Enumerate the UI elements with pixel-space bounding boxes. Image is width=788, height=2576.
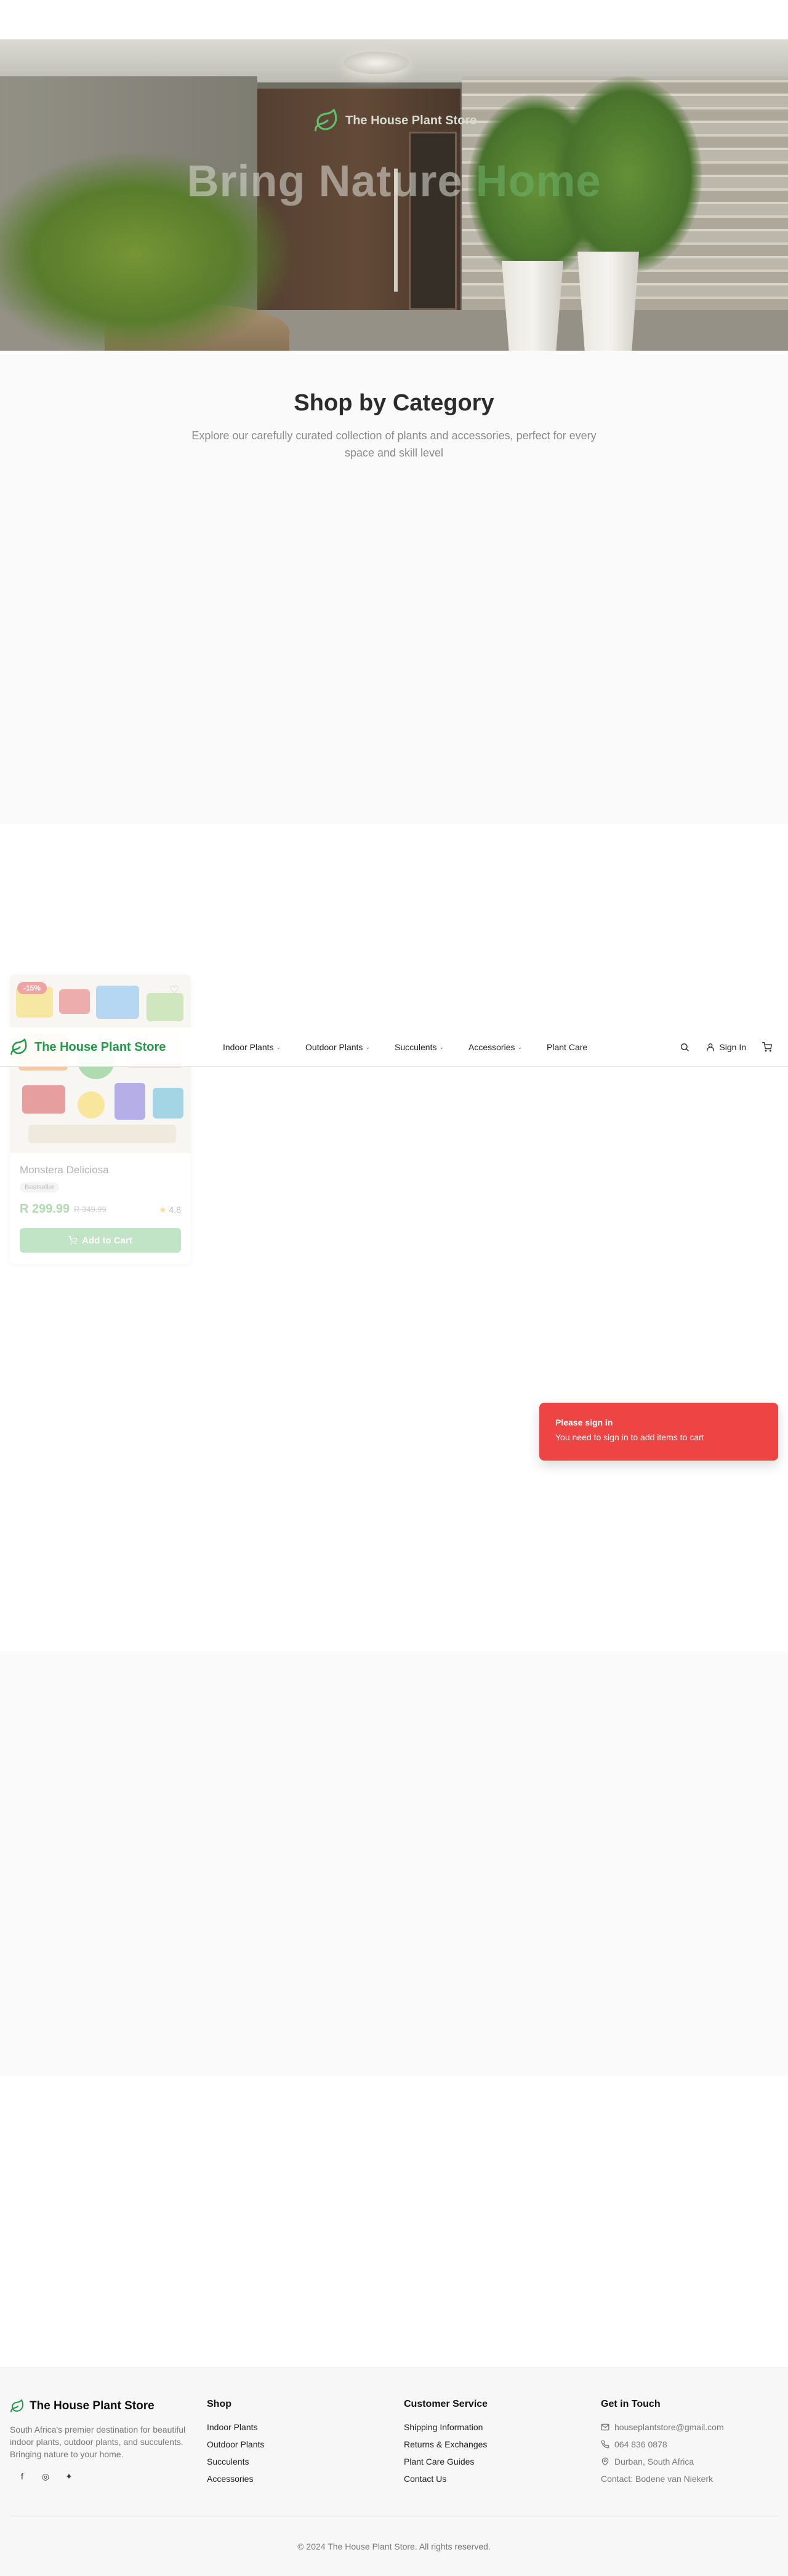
footer-phone[interactable]: 064 836 0878 [601, 2439, 724, 2449]
cart-icon[interactable] [762, 1042, 772, 1052]
cart-icon [68, 1236, 78, 1245]
footer-description: South Africa's premier destination for b… [10, 2425, 186, 2459]
leaf-icon [10, 2399, 23, 2412]
phone-icon [601, 2440, 609, 2449]
nav-link-label: Outdoor Plants [305, 1042, 363, 1052]
footer-email[interactable]: houseplantstore@gmail.com [601, 2422, 724, 2432]
chevron-down-icon: ⌄ [276, 1043, 281, 1050]
footer-contact-person: Contact: Bodene van Niekerk [601, 2474, 714, 2484]
hero-banner: The House Plant Store Bring Nature Home [0, 39, 788, 351]
footer-contact: Get in Touch houseplantstore@gmail.com 0… [601, 2399, 724, 2491]
footer-link[interactable]: Contact Us [404, 2474, 488, 2484]
email-text: houseplantstore@gmail.com [614, 2422, 724, 2432]
navbar-brand-name: The House Plant Store [34, 1040, 166, 1054]
product-card[interactable]: -15% ♡ Monstera Deliciosa Bestseller R 2… [10, 975, 191, 1264]
toast-message: You need to sign in to add items to cart [555, 1432, 704, 1442]
section-title: Shop by Category [294, 390, 494, 416]
add-to-cart-button[interactable]: Add to Cart [20, 1228, 181, 1253]
toast-title: Please sign in [555, 1418, 613, 1427]
nav-plant-care[interactable]: Plant Care [547, 1042, 587, 1052]
social-links: f ◎ ✦ [10, 2471, 195, 2482]
site-footer: The House Plant Store South Africa's pre… [0, 2367, 788, 2576]
footer-about: The House Plant Store South Africa's pre… [10, 2399, 195, 2482]
footer-link[interactable]: Indoor Plants [207, 2422, 264, 2432]
section-subtitle: Explore our carefully curated collection… [191, 429, 597, 459]
chevron-down-icon: ⌄ [439, 1043, 444, 1050]
nav-link-label: Indoor Plants [223, 1042, 274, 1052]
sign-in-button[interactable]: Sign In [706, 1042, 746, 1052]
instagram-icon[interactable]: ◎ [39, 2471, 52, 2482]
navbar-logo[interactable]: The House Plant Store [10, 1038, 166, 1056]
user-icon [707, 1043, 715, 1051]
footer-link[interactable]: Returns & Exchanges [404, 2439, 488, 2449]
footer-heading: Customer Service [404, 2399, 488, 2409]
nav-link-label: Accessories [468, 1042, 515, 1052]
location-text: Durban, South Africa [614, 2457, 694, 2466]
footer-shop: Shop Indoor Plants Outdoor Plants Succul… [207, 2399, 264, 2491]
footer-brand-name: The House Plant Store [30, 2399, 155, 2412]
discount-badge: -15% [17, 982, 47, 994]
footer-link[interactable]: Plant Care Guides [404, 2457, 488, 2466]
hero-brand: The House Plant Store [313, 108, 476, 134]
category-section: Shop by Category Explore our carefully c… [0, 351, 788, 824]
footer-link[interactable]: Accessories [207, 2474, 264, 2484]
footer-heading: Shop [207, 2399, 231, 2409]
nav-links: Indoor Plants ⌄ Outdoor Plants ⌄ Succulent… [223, 1027, 587, 1067]
nav-actions: Sign In [680, 1027, 772, 1067]
main-navbar: The House Plant Store Indoor Plants ⌄ Out… [0, 1027, 788, 1067]
copyright-text: © 2024 The House Plant Store. All rights… [297, 2542, 491, 2551]
sign-in-label: Sign In [719, 1042, 746, 1052]
search-icon[interactable] [680, 1042, 690, 1052]
map-pin-icon [601, 2457, 609, 2466]
sign-in-toast[interactable]: Please sign in You need to sign in to ad… [539, 1403, 778, 1461]
footer-link[interactable]: Succulents [207, 2457, 264, 2466]
nav-outdoor-plants[interactable]: Outdoor Plants ⌄ [305, 1042, 370, 1052]
product-rating: ★ 4.8 [159, 1205, 181, 1215]
footer-link[interactable]: Outdoor Plants [207, 2439, 264, 2449]
nav-accessories[interactable]: Accessories ⌄ [468, 1042, 522, 1052]
mail-icon [601, 2423, 609, 2431]
featured-section [0, 1651, 788, 2076]
nav-link-label: Plant Care [547, 1042, 588, 1052]
product-old-price: R 349.99 [74, 1205, 107, 1214]
chevron-down-icon: ⌄ [517, 1043, 523, 1050]
add-to-cart-label: Add to Cart [82, 1235, 132, 1246]
nav-indoor-plants[interactable]: Indoor Plants ⌄ [223, 1042, 281, 1052]
product-tag: Bestseller [20, 1182, 60, 1192]
footer-link[interactable]: Shipping Information [404, 2422, 488, 2432]
footer-brand[interactable]: The House Plant Store [10, 2399, 195, 2414]
footer-location: Durban, South Africa [601, 2457, 724, 2466]
product-name[interactable]: Monstera Deliciosa [20, 1164, 109, 1176]
leaf-icon [314, 108, 337, 132]
footer-service: Customer Service Shipping Information Re… [404, 2399, 488, 2491]
nav-link-label: Succulents [394, 1042, 437, 1052]
facebook-icon[interactable]: f [16, 2471, 28, 2482]
footer-heading: Get in Touch [601, 2399, 661, 2409]
rating-value: 4.8 [169, 1205, 181, 1214]
twitter-icon[interactable]: ✦ [63, 2471, 75, 2482]
star-icon: ★ [159, 1205, 167, 1214]
chevron-down-icon: ⌄ [365, 1043, 370, 1050]
phone-text: 064 836 0878 [614, 2439, 667, 2449]
heart-icon[interactable]: ♡ [166, 982, 182, 998]
hero-headline-main: Bring Nature [187, 157, 476, 206]
nav-succulents[interactable]: Succulents ⌄ [395, 1042, 444, 1052]
hero-headline-accent: Home [475, 157, 601, 206]
product-price: R 299.99 [20, 1202, 70, 1216]
hero-brand-name: The House Plant Store [345, 113, 477, 127]
leaf-icon [10, 1039, 27, 1055]
hero-headline: Bring Nature Home [0, 156, 788, 207]
